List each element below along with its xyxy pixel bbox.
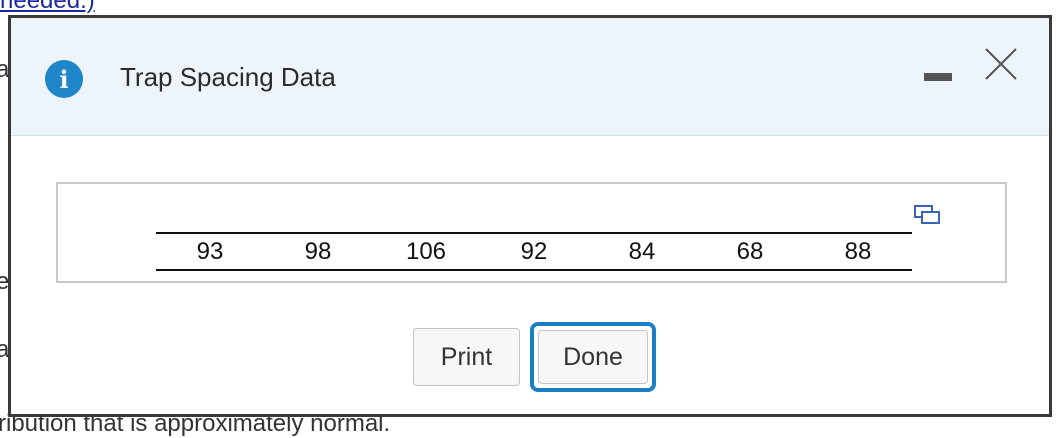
popout-icon xyxy=(914,205,940,224)
data-panel: 93 98 106 92 84 68 88 xyxy=(56,182,1007,283)
background-link[interactable]: needed.) xyxy=(0,0,95,15)
close-button[interactable] xyxy=(983,46,1019,82)
done-button[interactable]: Done xyxy=(530,322,656,392)
table-cell: 68 xyxy=(736,238,764,265)
table-cell: 98 xyxy=(304,238,332,265)
done-button-label: Done xyxy=(538,330,648,384)
table-cell: 106 xyxy=(405,238,447,265)
trap-spacing-dialog: i Trap Spacing Data 93 98 106 92 84 68 8… xyxy=(8,15,1052,417)
close-icon xyxy=(985,48,1017,80)
info-icon: i xyxy=(45,60,83,98)
print-button[interactable]: Print xyxy=(413,328,520,386)
popout-button[interactable] xyxy=(914,205,940,225)
data-table: 93 98 106 92 84 68 88 xyxy=(156,232,912,271)
dialog-header: i Trap Spacing Data xyxy=(11,18,1049,136)
table-cell: 88 xyxy=(844,238,872,265)
table-cell: 93 xyxy=(196,238,224,265)
table-cell: 92 xyxy=(520,238,548,265)
minimize-button[interactable] xyxy=(917,62,957,92)
dialog-title: Trap Spacing Data xyxy=(120,62,336,92)
table-cell: 84 xyxy=(628,238,656,265)
minimize-icon xyxy=(924,73,952,81)
